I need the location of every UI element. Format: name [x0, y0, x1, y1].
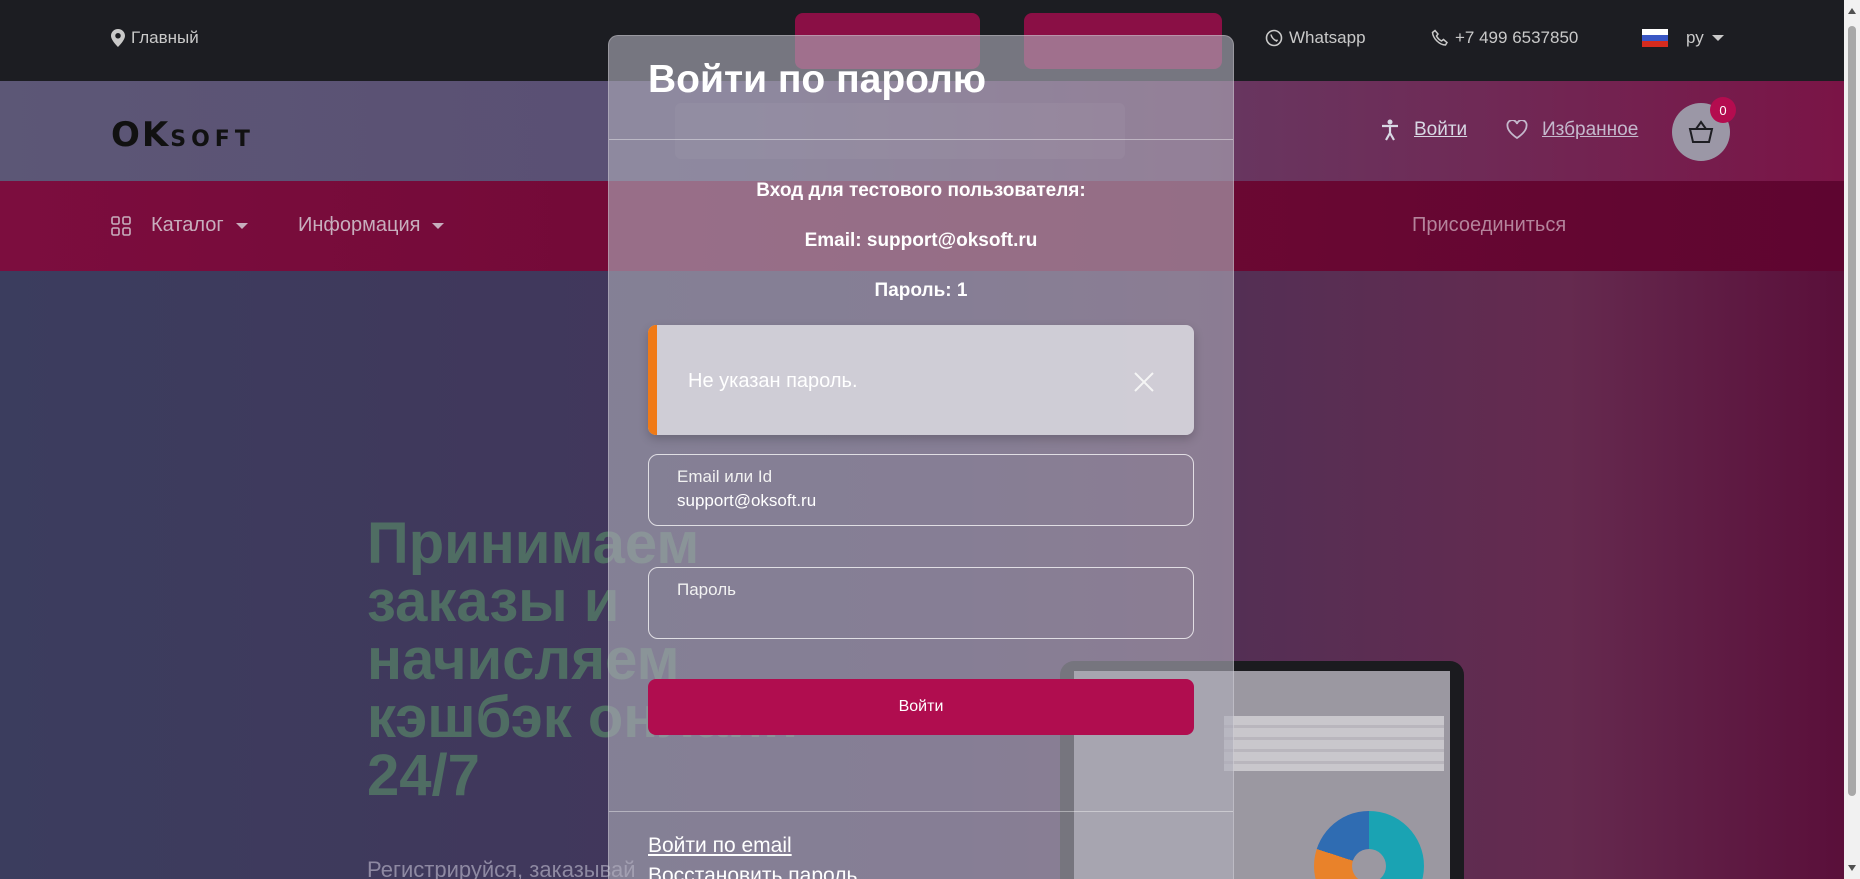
scroll-down-arrow-icon[interactable]	[1848, 865, 1856, 871]
scroll-up-arrow-icon[interactable]	[1848, 8, 1856, 14]
nav-catalog[interactable]: Каталог	[111, 214, 248, 237]
language-selector[interactable]: ру	[1642, 28, 1724, 48]
email-input[interactable]	[677, 491, 1157, 511]
error-alert: Не указан пароль.	[648, 325, 1194, 435]
test-user-password: Пароль: 1	[874, 280, 968, 301]
password-input[interactable]	[677, 604, 1157, 624]
modal-header-divider	[609, 139, 1233, 140]
email-field[interactable]: Email или Id	[648, 454, 1194, 526]
nav-info[interactable]: Информация	[298, 214, 445, 237]
chevron-down-icon	[1711, 35, 1724, 41]
test-user-heading: Вход для тестового пользователя:	[756, 180, 1086, 201]
login-label: Войти	[1414, 119, 1468, 140]
modal-title: Войти по паролю	[648, 58, 987, 101]
basket-icon	[1688, 120, 1714, 143]
scrollbar[interactable]	[1844, 0, 1860, 879]
location-selector[interactable]: Главный	[111, 28, 199, 48]
nav-join-label: Присоединиться	[1412, 214, 1567, 236]
password-field-label: Пароль	[677, 580, 736, 599]
accessibility-icon	[1382, 119, 1398, 141]
close-icon[interactable]	[1132, 370, 1156, 394]
chevron-down-icon	[235, 222, 248, 229]
header-login-link[interactable]: Войти	[1380, 119, 1467, 141]
whatsapp-label: Whatsapp	[1289, 28, 1366, 47]
favorites-label: Избранное	[1542, 119, 1639, 140]
phone-number: +7 499 6537850	[1455, 28, 1579, 47]
language-label: ру	[1686, 28, 1704, 47]
nav-join[interactable]: Присоединиться	[1412, 214, 1566, 237]
login-modal: Войти по паролю Вход для тестового польз…	[608, 35, 1234, 879]
map-pin-icon	[111, 29, 125, 47]
modal-footer-divider	[609, 811, 1233, 812]
heart-icon	[1506, 120, 1528, 140]
password-field[interactable]: Пароль	[648, 567, 1194, 639]
test-user-email: Email: support@oksoft.ru	[804, 230, 1038, 251]
phone-link[interactable]: +7 499 6537850	[1431, 28, 1578, 48]
nav-info-label: Информация	[298, 214, 421, 236]
whatsapp-icon	[1265, 29, 1283, 47]
logo-text: SOFT	[170, 127, 255, 152]
hero-subtitle: Регистрируйся, заказывай	[367, 857, 636, 879]
logo[interactable]: OKSOFT	[111, 115, 255, 155]
screen-donut-chart-image	[1314, 811, 1424, 879]
scrollbar-thumb[interactable]	[1848, 26, 1856, 796]
login-submit-button[interactable]: Войти	[648, 679, 1194, 735]
chevron-down-icon	[432, 222, 445, 229]
cart-count-badge: 0	[1710, 97, 1736, 123]
favorites-link[interactable]: Избранное	[1506, 119, 1638, 141]
grid-icon	[111, 215, 131, 236]
email-field-label: Email или Id	[677, 467, 773, 486]
alert-message: Не указан пароль.	[688, 370, 858, 392]
restore-password-link[interactable]: Восстановить пароль	[648, 864, 857, 879]
screen-table-image	[1224, 716, 1444, 771]
nav-catalog-label: Каталог	[151, 214, 224, 236]
phone-icon	[1431, 29, 1448, 46]
login-by-email-link[interactable]: Войти по email	[648, 834, 792, 858]
alert-accent-bar	[648, 325, 657, 435]
location-label: Главный	[131, 28, 199, 47]
russia-flag-icon	[1642, 29, 1668, 47]
whatsapp-link[interactable]: Whatsapp	[1265, 28, 1366, 48]
logo-mark: OK	[111, 115, 171, 155]
